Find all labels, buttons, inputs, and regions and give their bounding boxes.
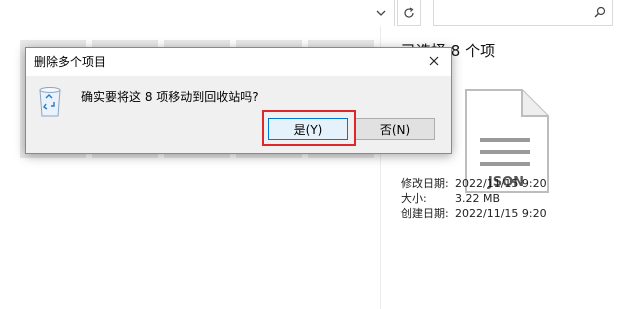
search-icon — [594, 6, 606, 21]
file-properties: 修改日期: 2022/11/15 9:20 大小: 3.22 MB 创建日期: … — [401, 176, 547, 221]
explorer-toolbar — [0, 0, 620, 26]
address-dropdown-button[interactable] — [371, 3, 391, 23]
property-value: 2022/11/15 9:20 — [455, 177, 547, 190]
dialog-close-button[interactable] — [423, 51, 445, 71]
property-modified: 修改日期: 2022/11/15 9:20 — [401, 176, 547, 191]
dialog-title: 删除多个项目 — [34, 55, 107, 69]
highlight-box — [262, 110, 356, 146]
property-created: 创建日期: 2022/11/15 9:20 — [401, 206, 547, 221]
property-value: 2022/11/15 9:20 — [455, 207, 547, 220]
refresh-button[interactable] — [397, 0, 421, 26]
delete-confirm-dialog: 删除多个项目 确实要将这 8 项移动到回收站吗? 是(Y) 否(N) — [25, 47, 452, 154]
property-label: 大小: — [401, 192, 427, 205]
no-button[interactable]: 否(N) — [355, 118, 435, 140]
property-label: 创建日期: — [401, 207, 449, 220]
dialog-message: 确实要将这 8 项移动到回收站吗? — [81, 90, 259, 104]
recycle-bin-icon — [39, 87, 61, 117]
search-input[interactable] — [433, 0, 613, 26]
dialog-body: 确实要将这 8 项移动到回收站吗? 是(Y) 否(N) — [26, 76, 451, 153]
close-icon — [429, 56, 439, 66]
property-size: 大小: 3.22 MB — [401, 191, 547, 206]
property-label: 修改日期: — [401, 177, 449, 190]
address-bar[interactable] — [0, 0, 395, 26]
property-value: 3.22 MB — [455, 192, 501, 205]
chevron-down-icon — [376, 10, 386, 16]
refresh-icon — [404, 6, 414, 18]
